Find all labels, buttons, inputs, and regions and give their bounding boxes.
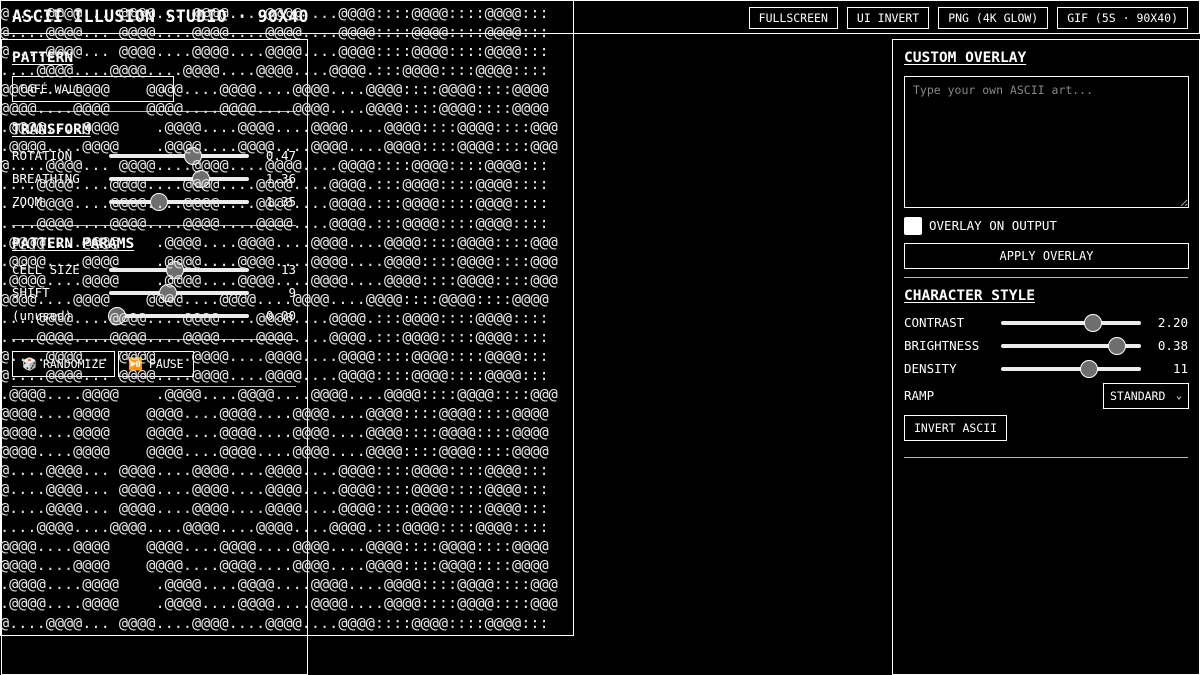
ascii-line: @....@@@@... @@@@....@@@@....@@@@....@@@… xyxy=(0,4,549,22)
density-row: DENSITY 11 xyxy=(904,360,1188,378)
ascii-line: @....@@@@... @@@@....@@@@....@@@@....@@@… xyxy=(0,42,549,61)
ascii-line: @@@@....@@@@ @@@@....@@@@....@@@@....@@@… xyxy=(0,423,549,442)
ascii-line: @....@@@@... @@@@....@@@@....@@@@....@@@… xyxy=(0,346,549,365)
ascii-line: @@@@....@@@@ @@@@....@@@@....@@@@....@@@… xyxy=(0,537,549,556)
ascii-line: @....@@@@... @@@@....@@@@....@@@@....@@@… xyxy=(0,613,549,632)
custom-overlay-title: CUSTOM OVERLAY xyxy=(904,50,1027,66)
ascii-line: .@@@@....@@@@ .@@@@....@@@@....@@@@....@… xyxy=(0,384,558,403)
contrast-value: 2.20 xyxy=(1157,315,1188,330)
slider-track xyxy=(1001,321,1141,325)
overlay-on-output-checkbox[interactable] xyxy=(904,217,922,235)
ascii-line: @@@@....@@@@ @@@@....@@@@....@@@@....@@@… xyxy=(0,403,549,422)
ascii-line: .@@@@....@@@@ .@@@@....@@@@....@@@@....@… xyxy=(0,251,558,270)
ascii-line: @....@@@@... @@@@....@@@@....@@@@....@@@… xyxy=(0,480,549,499)
overlay-textarea[interactable] xyxy=(904,76,1189,208)
character-style-title: CHARACTER STYLE xyxy=(904,288,1035,304)
brightness-value: 0.38 xyxy=(1157,338,1188,353)
slider-thumb[interactable] xyxy=(1080,360,1099,378)
ascii-line: @....@@@@... @@@@....@@@@....@@@@....@@@… xyxy=(0,365,549,384)
slider-track xyxy=(1001,367,1141,371)
brightness-label: BRIGHTNESS xyxy=(904,338,980,353)
ascii-canvas[interactable]: @....@@@@... @@@@....@@@@....@@@@....@@@… xyxy=(0,0,574,636)
ramp-select[interactable]: STANDARD ⌄ xyxy=(1103,383,1189,409)
density-slider[interactable] xyxy=(1001,360,1141,378)
ascii-line: @....@@@@... @@@@....@@@@....@@@@....@@@… xyxy=(0,156,549,175)
contrast-slider[interactable] xyxy=(1001,314,1141,332)
ascii-line: .@@@@....@@@@ .@@@@....@@@@....@@@@....@… xyxy=(0,575,558,594)
ascii-line: ....@@@@....@@@@....@@@@....@@@@....@@@@… xyxy=(0,213,549,232)
divider xyxy=(904,277,1188,278)
ascii-line: ....@@@@....@@@@....@@@@....@@@@....@@@@… xyxy=(0,61,549,80)
density-label: DENSITY xyxy=(904,361,957,376)
png-export-button[interactable]: PNG (4K GLOW) xyxy=(938,7,1049,29)
fullscreen-button[interactable]: FULLSCREEN xyxy=(748,7,838,29)
ascii-line: @@@@....@@@@ @@@@....@@@@....@@@@....@@@… xyxy=(0,80,549,99)
right-panel: CUSTOM OVERLAY OVERLAY ON OUTPUT APPLY O… xyxy=(892,39,1200,675)
contrast-label: CONTRAST xyxy=(904,315,965,330)
chevron-down-icon: ⌄ xyxy=(1175,390,1182,402)
ascii-line: @@@@....@@@@ @@@@....@@@@....@@@@....@@@… xyxy=(0,289,549,308)
ascii-line: @@@@....@@@@ @@@@....@@@@....@@@@....@@@… xyxy=(0,99,549,118)
ascii-line: ....@@@@....@@@@....@@@@....@@@@....@@@@… xyxy=(0,308,549,327)
ascii-line: @@@@....@@@@ @@@@....@@@@....@@@@....@@@… xyxy=(0,556,549,575)
gif-export-button[interactable]: GIF (5S · 90X40) xyxy=(1057,7,1188,29)
divider xyxy=(904,457,1188,458)
ascii-line: .@@@@....@@@@ .@@@@....@@@@....@@@@....@… xyxy=(0,594,558,613)
ascii-line: @@@@....@@@@ @@@@....@@@@....@@@@....@@@… xyxy=(0,442,549,461)
ascii-line: ....@@@@....@@@@....@@@@....@@@@....@@@@… xyxy=(0,518,549,537)
brightness-row: BRIGHTNESS 0.38 xyxy=(904,337,1188,355)
brightness-slider[interactable] xyxy=(1001,337,1141,355)
density-value: 11 xyxy=(1172,361,1188,376)
ramp-label: RAMP xyxy=(904,388,935,403)
slider-thumb[interactable] xyxy=(1108,337,1127,355)
invert-ascii-button[interactable]: INVERT ASCII xyxy=(904,415,1008,441)
ascii-line: .@@@@....@@@@ .@@@@....@@@@....@@@@....@… xyxy=(0,118,558,137)
ascii-line: ....@@@@....@@@@....@@@@....@@@@....@@@@… xyxy=(0,194,549,213)
ascii-output: @....@@@@... @@@@....@@@@....@@@@....@@@… xyxy=(0,4,574,633)
apply-overlay-button[interactable]: APPLY OVERLAY xyxy=(904,243,1189,269)
ui-invert-button[interactable]: UI INVERT xyxy=(846,7,930,29)
ascii-line: @....@@@@... @@@@....@@@@....@@@@....@@@… xyxy=(0,499,549,518)
overlay-on-output-label: OVERLAY ON OUTPUT xyxy=(929,218,1057,233)
ascii-line: .@@@@....@@@@ .@@@@....@@@@....@@@@....@… xyxy=(0,232,558,251)
ascii-line: @....@@@@... @@@@....@@@@....@@@@....@@@… xyxy=(0,461,549,480)
ascii-line: .@@@@....@@@@ .@@@@....@@@@....@@@@....@… xyxy=(0,270,558,289)
slider-thumb[interactable] xyxy=(1084,314,1103,332)
ascii-line: ....@@@@....@@@@....@@@@....@@@@....@@@@… xyxy=(0,175,549,194)
ascii-line: ....@@@@....@@@@....@@@@....@@@@....@@@@… xyxy=(0,327,549,346)
ascii-line: @....@@@@... @@@@....@@@@....@@@@....@@@… xyxy=(0,23,549,42)
ramp-select-value: STANDARD xyxy=(1110,389,1166,403)
top-actions: FULLSCREEN UI INVERT PNG (4K GLOW) GIF (… xyxy=(748,7,1188,29)
contrast-row: CONTRAST 2.20 xyxy=(904,314,1188,332)
ascii-line: .@@@@....@@@@ .@@@@....@@@@....@@@@....@… xyxy=(0,137,558,156)
